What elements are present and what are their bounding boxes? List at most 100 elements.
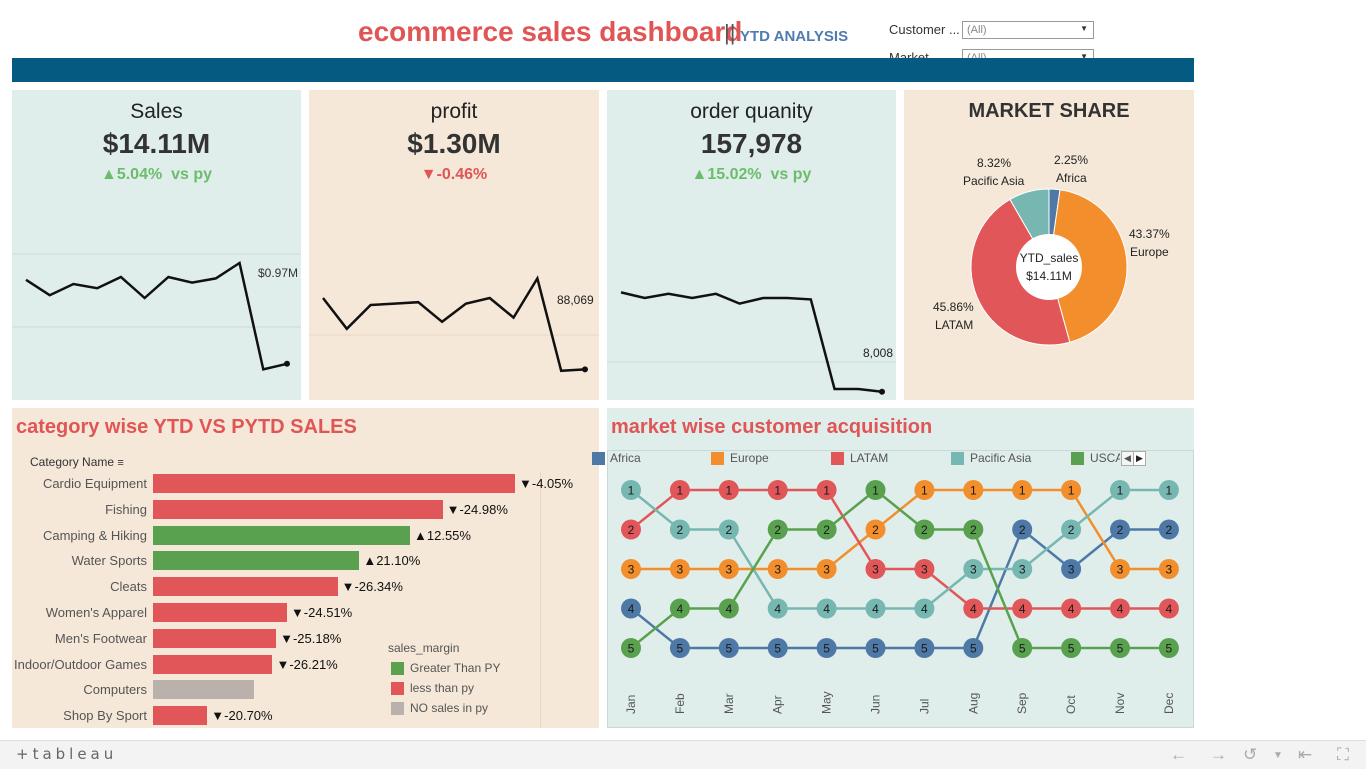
legend-less-label[interactable]: less than py — [410, 681, 474, 695]
bump-rank-label: 5 — [725, 642, 732, 656]
bump-rank-label: 2 — [970, 523, 977, 537]
customer-filter-select[interactable]: (All) ▼ — [962, 21, 1094, 39]
orders-trend-sparkline[interactable] — [607, 190, 896, 400]
bump-rank-label: 1 — [1068, 484, 1075, 498]
revert-icon[interactable]: ↺ — [1243, 745, 1257, 765]
month-axis-label: Sep — [1015, 692, 1029, 714]
legend-less-swatch — [391, 682, 404, 695]
sales-trend-sparkline[interactable] — [12, 190, 301, 400]
bump-line-latam[interactable] — [630, 488, 1169, 610]
category-bar[interactable] — [153, 628, 277, 648]
bump-rank-label: 4 — [1068, 602, 1075, 616]
sort-icon[interactable]: ≡ — [117, 457, 123, 469]
category-label: Fishing — [105, 501, 147, 517]
category-column-header[interactable]: Category Name ≡ — [30, 455, 124, 469]
category-change-label: ▼-4.05% — [519, 476, 574, 491]
europe-share-name: Europe — [1130, 245, 1169, 259]
bump-rank-label: 3 — [823, 563, 830, 577]
bump-line-pacific-asia[interactable] — [630, 488, 1169, 610]
up-arrow-icon: ▲ — [691, 166, 708, 183]
profit-kpi-card: profit $1.30M ▼-0.46% 88,069 — [309, 90, 599, 400]
bump-rank-label: 1 — [628, 484, 635, 498]
sales-trend-line — [25, 260, 288, 371]
bump-rank-label: 4 — [628, 602, 635, 616]
category-label: Camping & Hiking — [42, 527, 147, 543]
legend-none-swatch — [391, 702, 404, 715]
orders-trend-endpoint — [879, 388, 885, 395]
category-header-label: Category Name — [30, 455, 115, 469]
bump-rank-label: 2 — [1117, 523, 1124, 537]
bump-rank-label: 5 — [970, 642, 977, 656]
bump-rank-label: 4 — [1117, 602, 1124, 616]
sales-kpi-value: $14.11M — [102, 128, 211, 159]
month-axis-label: Mar — [722, 693, 736, 714]
bump-rank-label: 5 — [921, 642, 928, 656]
europe-share-pct: 43.37% — [1129, 227, 1170, 241]
latam-share-name: LATAM — [935, 318, 974, 332]
category-bar[interactable] — [153, 525, 411, 545]
bump-rank-label: 2 — [1166, 523, 1173, 537]
category-bar[interactable] — [153, 474, 515, 493]
month-axis-label: Apr — [771, 695, 785, 714]
bump-rank-label: 5 — [823, 642, 830, 656]
category-bar[interactable] — [153, 706, 208, 726]
customer-filter-value: (All) — [967, 24, 987, 36]
month-axis-label: Nov — [1113, 693, 1127, 714]
month-axis-label: Jun — [869, 695, 883, 714]
gridline — [540, 472, 541, 728]
pause-updates-icon[interactable]: ⇤ — [1298, 745, 1312, 765]
bump-rank-label: 1 — [970, 484, 977, 498]
category-bar[interactable] — [153, 551, 360, 571]
fullscreen-icon[interactable]: ⛶ — [1337, 745, 1349, 765]
legend-none-label[interactable]: NO sales in py — [410, 701, 488, 715]
bump-rank-label: 4 — [774, 602, 781, 616]
latam-share-pct: 45.86% — [933, 300, 974, 314]
category-label: Indoor/Outdoor Games — [14, 656, 147, 672]
header-banner — [12, 58, 1194, 82]
bump-rank-label: 5 — [1117, 642, 1124, 656]
orders-kpi-value: 157,978 — [700, 128, 803, 159]
bump-rank-label: 1 — [1166, 484, 1173, 498]
bump-rank-label: 4 — [677, 602, 684, 616]
pacific-asia-share-pct: 8.32% — [977, 156, 1012, 170]
bump-rank-label: 2 — [823, 523, 830, 537]
category-change-label: ▼-26.21% — [276, 656, 338, 672]
bump-rank-label: 3 — [774, 563, 781, 577]
category-bar[interactable] — [153, 499, 443, 519]
profit-kpi-title: profit — [430, 100, 478, 123]
bump-rank-label: 4 — [823, 602, 830, 616]
profit-trend-sparkline[interactable] — [309, 190, 599, 400]
bump-rank-label: 1 — [872, 484, 879, 498]
down-arrow-icon: ▼ — [420, 166, 437, 183]
category-bar[interactable] — [153, 654, 273, 674]
sales-trend-endpoint — [284, 360, 290, 367]
chevron-down-icon[interactable]: ▼ — [1273, 750, 1283, 761]
tableau-logo[interactable]: +tableau — [16, 745, 117, 763]
bump-rank-label: 2 — [1068, 523, 1075, 537]
bump-rank-label: 1 — [677, 484, 684, 498]
undo-icon[interactable]: ← — [1170, 745, 1187, 765]
category-change-label: ▲21.10% — [363, 553, 421, 569]
orders-kpi-delta: ▲15.02% vs py — [607, 166, 896, 184]
bump-rank-label: 1 — [774, 484, 781, 498]
donut-center-value: $14.11M — [1026, 269, 1072, 283]
legend-africa-swatch — [592, 452, 605, 465]
category-bar[interactable] — [153, 680, 255, 700]
bump-rank-label: 4 — [725, 602, 732, 616]
legend-greater-label[interactable]: Greater Than PY — [410, 661, 501, 675]
category-bar[interactable] — [153, 603, 287, 622]
sales-margin-legend-title: sales_margin — [388, 641, 460, 655]
donut-center-label: YTD_sales — [1019, 251, 1079, 265]
bump-rank-label: 3 — [921, 563, 928, 577]
redo-icon[interactable]: → — [1210, 745, 1227, 765]
bump-rank-label: 4 — [1019, 602, 1026, 616]
bump-rank-label: 1 — [725, 484, 732, 498]
bump-rank-label: 4 — [970, 602, 977, 616]
market-share-card: MARKET SHARE YTD_sales $14.11M 2.25% Afr… — [904, 90, 1194, 400]
month-axis-label: Aug — [966, 693, 980, 714]
bump-rank-label: 1 — [1117, 484, 1124, 498]
customer-acquisition-bump-chart[interactable]: 4 5 5 5 5 5 5 5 2 3 2 2 3 3 3 3 3 2 1 1 1 1 3 3 2 1 1 1 1 3 3 4 4 4 4 4 1 2 2 4… — [607, 408, 1194, 728]
bump-rank-label: 1 — [1019, 484, 1026, 498]
category-bar[interactable] — [153, 577, 338, 597]
bump-line-africa[interactable] — [630, 527, 1169, 650]
